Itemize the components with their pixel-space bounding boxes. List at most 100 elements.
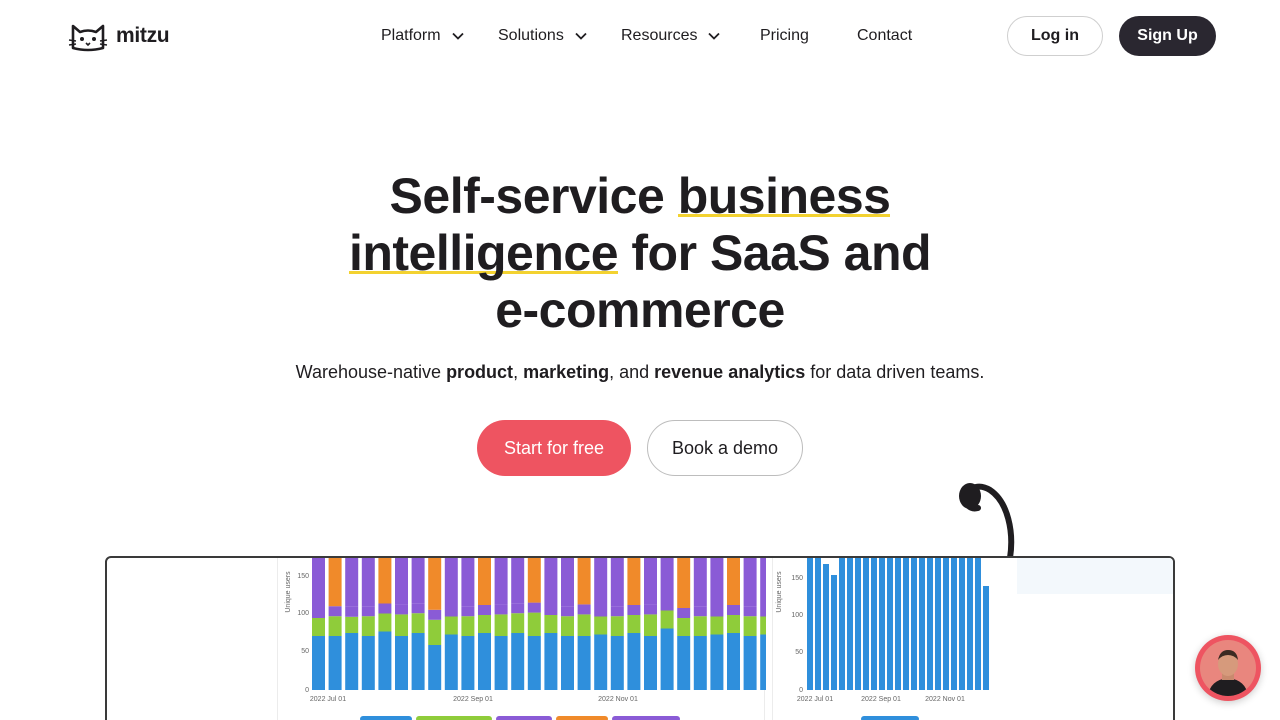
login-button[interactable]: Log in [1007, 16, 1103, 56]
stacked-bar-segment [594, 634, 608, 690]
stacked-bar-segment [511, 633, 525, 690]
book-a-demo-button[interactable]: Book a demo [647, 420, 803, 476]
legend-item-purple[interactable] [496, 716, 552, 720]
stacked-bar-segment [345, 633, 359, 690]
stacked-bar-segment [478, 633, 491, 690]
stacked-bar-segment [677, 618, 691, 636]
stacked-bar-segment [378, 631, 392, 690]
stacked-bar-segment [461, 636, 475, 690]
stacked-bar-segment [395, 558, 408, 605]
chart-overlay [1017, 558, 1173, 594]
bar [847, 558, 853, 690]
stacked-bar-segment [660, 600, 674, 611]
product-screenshot: Unique users 0 50 100 150 2022 Jul 01 20… [105, 556, 1175, 720]
nav-item-label: Contact [857, 27, 913, 44]
nav-item-pricing[interactable]: Pricing [760, 27, 857, 45]
stacked-bar-segment [312, 558, 325, 608]
stacked-bar-segment [527, 558, 541, 603]
hero-title-part: e-commerce [495, 282, 785, 338]
stacked-bar-segment [494, 636, 508, 690]
y-tick-label: 50 [795, 649, 803, 656]
stacked-bar-segment [361, 606, 375, 617]
stacked-bar-segment [677, 636, 691, 690]
stacked-bar-segment [743, 636, 757, 690]
nav-item-platform[interactable]: Platform [381, 27, 498, 45]
stacked-bar-segment [561, 558, 574, 607]
bar [927, 558, 933, 690]
y-tick-label: 100 [297, 610, 309, 617]
x-tick-label: 2022 Jul 01 [797, 696, 833, 703]
nav-item-resources[interactable]: Resources [621, 27, 760, 45]
stacked-bar-segment [693, 606, 707, 617]
stacked-bar-segment [444, 606, 458, 617]
stacked-bar-segment [461, 616, 475, 636]
stacked-bar-segment [594, 558, 608, 607]
stacked-bar-segment [312, 636, 325, 690]
stacked-bar-segment [494, 558, 508, 605]
hero-title-highlight: business [677, 168, 891, 224]
stacked-bar-segment [312, 608, 325, 618]
stacked-bar-segment [544, 558, 558, 605]
nav-item-contact[interactable]: Contact [857, 27, 912, 45]
bar [871, 558, 877, 690]
nav-item-label: Resources [621, 27, 698, 44]
start-for-free-button[interactable]: Start for free [477, 420, 631, 476]
bar [935, 558, 941, 690]
legend-item-purple-2[interactable] [612, 716, 680, 720]
stacked-bar-segment [677, 558, 691, 608]
stacked-bar-segment [511, 603, 525, 614]
stacked-bar-segment [494, 614, 508, 636]
stacked-bar-segment [328, 558, 342, 607]
stacked-bar-segment [395, 604, 408, 615]
stacked-bar-segment [511, 613, 525, 633]
nav-item-label: Pricing [760, 27, 809, 44]
stacked-bar-segment [644, 636, 657, 690]
stacked-bar-segment [710, 616, 724, 635]
legend-item-blue[interactable] [861, 716, 919, 720]
stacked-bar-segment [677, 608, 691, 618]
subtitle-part: , and [609, 362, 655, 382]
y-axis-label: Unique users [776, 571, 783, 613]
stacked-bar-segment [710, 634, 724, 690]
legend-item-green[interactable] [416, 716, 492, 720]
bar [959, 558, 965, 690]
stacked-bar-segment [444, 634, 458, 690]
bar [951, 558, 957, 690]
stacked-bar-segment [594, 606, 608, 617]
signup-button[interactable]: Sign Up [1119, 16, 1216, 56]
stacked-bar-segment [478, 558, 491, 605]
stacked-bar-chart: Unique users 0 50 100 150 2022 Jul 01 20… [285, 558, 766, 703]
bar [975, 558, 981, 690]
hero-subtitle: Warehouse-native product, marketing, and… [0, 362, 1280, 383]
bar [863, 558, 869, 690]
brand-logo[interactable]: mitzu [68, 18, 170, 54]
bar [855, 558, 861, 690]
stacked-bar-segment [478, 605, 491, 615]
bar [887, 558, 893, 690]
stacked-bar-segment [428, 619, 442, 645]
bar-group [312, 558, 766, 690]
stacked-bar-segment [411, 633, 425, 690]
stacked-bar-segment [627, 605, 641, 615]
stacked-bar-segment [411, 558, 425, 604]
stacked-bar-segment [345, 616, 359, 633]
stacked-bar-segment [428, 558, 442, 610]
stacked-bar-segment [727, 558, 740, 605]
nav-item-solutions[interactable]: Solutions [498, 27, 621, 45]
stacked-bar-segment [444, 558, 458, 607]
y-tick-label: 50 [301, 648, 309, 655]
legend-item-blue[interactable] [360, 716, 412, 720]
bar [807, 558, 813, 690]
stacked-bar-segment [428, 645, 442, 690]
stacked-bar-segment [544, 605, 558, 615]
main-menu: Platform Solutions Resources Pricing Con… [381, 24, 912, 48]
subtitle-bold: revenue analytics [654, 362, 806, 382]
legend-item-orange[interactable] [556, 716, 608, 720]
bar [983, 586, 989, 690]
subtitle-part: , [513, 362, 524, 382]
stacked-bar-segment [395, 636, 408, 690]
nav-item-label: Platform [381, 27, 441, 44]
chevron-down-icon [708, 32, 721, 40]
stacked-bar-segment [395, 614, 408, 636]
chat-launcher-button[interactable] [1195, 635, 1261, 701]
